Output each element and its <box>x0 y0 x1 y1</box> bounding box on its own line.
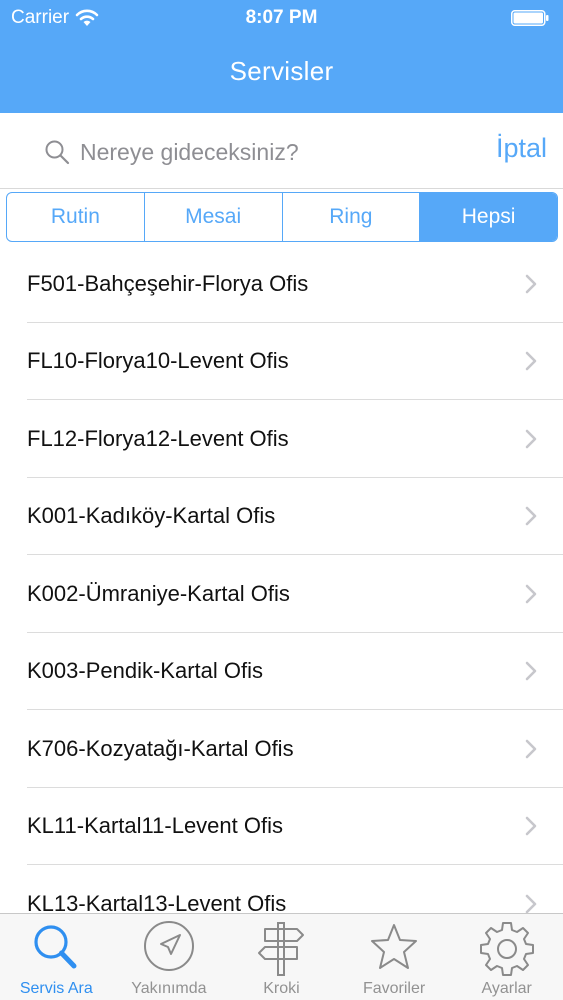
chevron-right-icon <box>525 739 537 759</box>
segment-rutin[interactable]: Rutin <box>7 193 145 241</box>
search-input[interactable] <box>80 133 440 171</box>
chevron-right-icon <box>525 351 537 371</box>
route-label: FL10-Florya10-Levent Ofis <box>27 348 289 374</box>
route-label: KL13-Kartal13-Levent Ofis <box>27 890 287 913</box>
tab-label: Favoriler <box>362 980 426 997</box>
tab-favoriler[interactable]: Favoriler <box>338 914 451 1000</box>
chevron-right-icon <box>525 816 537 836</box>
chevron-right-icon <box>525 894 537 913</box>
route-list-item[interactable]: KL11-Kartal11-Levent Ofis <box>0 787 563 865</box>
battery-icon <box>511 10 549 26</box>
chevron-right-icon <box>525 584 537 604</box>
route-label: FL12-Florya12-Levent Ofis <box>27 425 289 451</box>
search-bar: İptal <box>0 113 563 189</box>
chevron-right-icon <box>525 274 537 294</box>
tab-kroki[interactable]: Kroki <box>225 914 338 1000</box>
route-list-item[interactable]: FL12-Florya12-Levent Ofis <box>0 400 563 478</box>
route-list-item[interactable]: K003-Pendik-Kartal Ofis <box>0 632 563 710</box>
route-label: K003-Pendik-Kartal Ofis <box>27 658 263 684</box>
tab-label: Yakınımda <box>131 980 207 997</box>
app-header: Carrier 8:07 PM Servisler <box>0 0 563 113</box>
magnifier-icon <box>34 925 77 969</box>
route-list: F501-Bahçeşehir-Florya Ofis FL10-Florya1… <box>0 245 563 913</box>
cancel-button[interactable]: İptal <box>496 133 547 164</box>
chevron-right-icon <box>525 661 537 681</box>
segment-hepsi[interactable]: Hepsi <box>420 193 557 241</box>
page-title: Servisler <box>229 56 334 86</box>
status-bar: Carrier 8:07 PM <box>0 0 563 38</box>
tab-yakinimda[interactable]: Yakınımda <box>113 914 226 1000</box>
chevron-right-icon <box>525 429 537 449</box>
star-icon <box>371 924 418 969</box>
search-icon <box>45 140 70 165</box>
tab-bar: Servis Ara Yakınımda Kroki Favoriler Aya… <box>0 913 563 1000</box>
route-label: K002-Ümraniye-Kartal Ofis <box>27 580 290 606</box>
tab-label: Servis Ara <box>19 980 93 997</box>
route-label: K706-Kozyatağı-Kartal Ofis <box>27 735 294 761</box>
chevron-right-icon <box>525 506 537 526</box>
status-time: 8:07 PM <box>245 7 318 28</box>
tab-servis-ara[interactable]: Servis Ara <box>0 914 113 1000</box>
route-label: F501-Bahçeşehir-Florya Ofis <box>27 270 309 296</box>
route-list-item[interactable]: K002-Ümraniye-Kartal Ofis <box>0 555 563 633</box>
route-list-item[interactable]: FL10-Florya10-Levent Ofis <box>0 322 563 400</box>
compass-icon <box>143 921 194 971</box>
gear-icon <box>479 922 534 976</box>
segment-ring[interactable]: Ring <box>283 193 421 241</box>
segment-mesai[interactable]: Mesai <box>145 193 283 241</box>
tab-label: Ayarlar <box>481 980 532 997</box>
tab-ayarlar[interactable]: Ayarlar <box>450 914 563 1000</box>
route-list-item[interactable]: K001-Kadıköy-Kartal Ofis <box>0 477 563 555</box>
route-type-segmented-control: Rutin Mesai Ring Hepsi <box>6 192 558 242</box>
route-label: K001-Kadıköy-Kartal Ofis <box>27 503 276 529</box>
route-list-item[interactable]: KL13-Kartal13-Levent Ofis <box>0 865 563 913</box>
tab-label: Kroki <box>263 980 300 997</box>
route-list-item[interactable]: K706-Kozyatağı-Kartal Ofis <box>0 710 563 788</box>
route-label: KL11-Kartal11-Levent Ofis <box>27 813 283 839</box>
signpost-icon <box>258 922 305 976</box>
route-list-item[interactable]: F501-Bahçeşehir-Florya Ofis <box>0 245 563 323</box>
